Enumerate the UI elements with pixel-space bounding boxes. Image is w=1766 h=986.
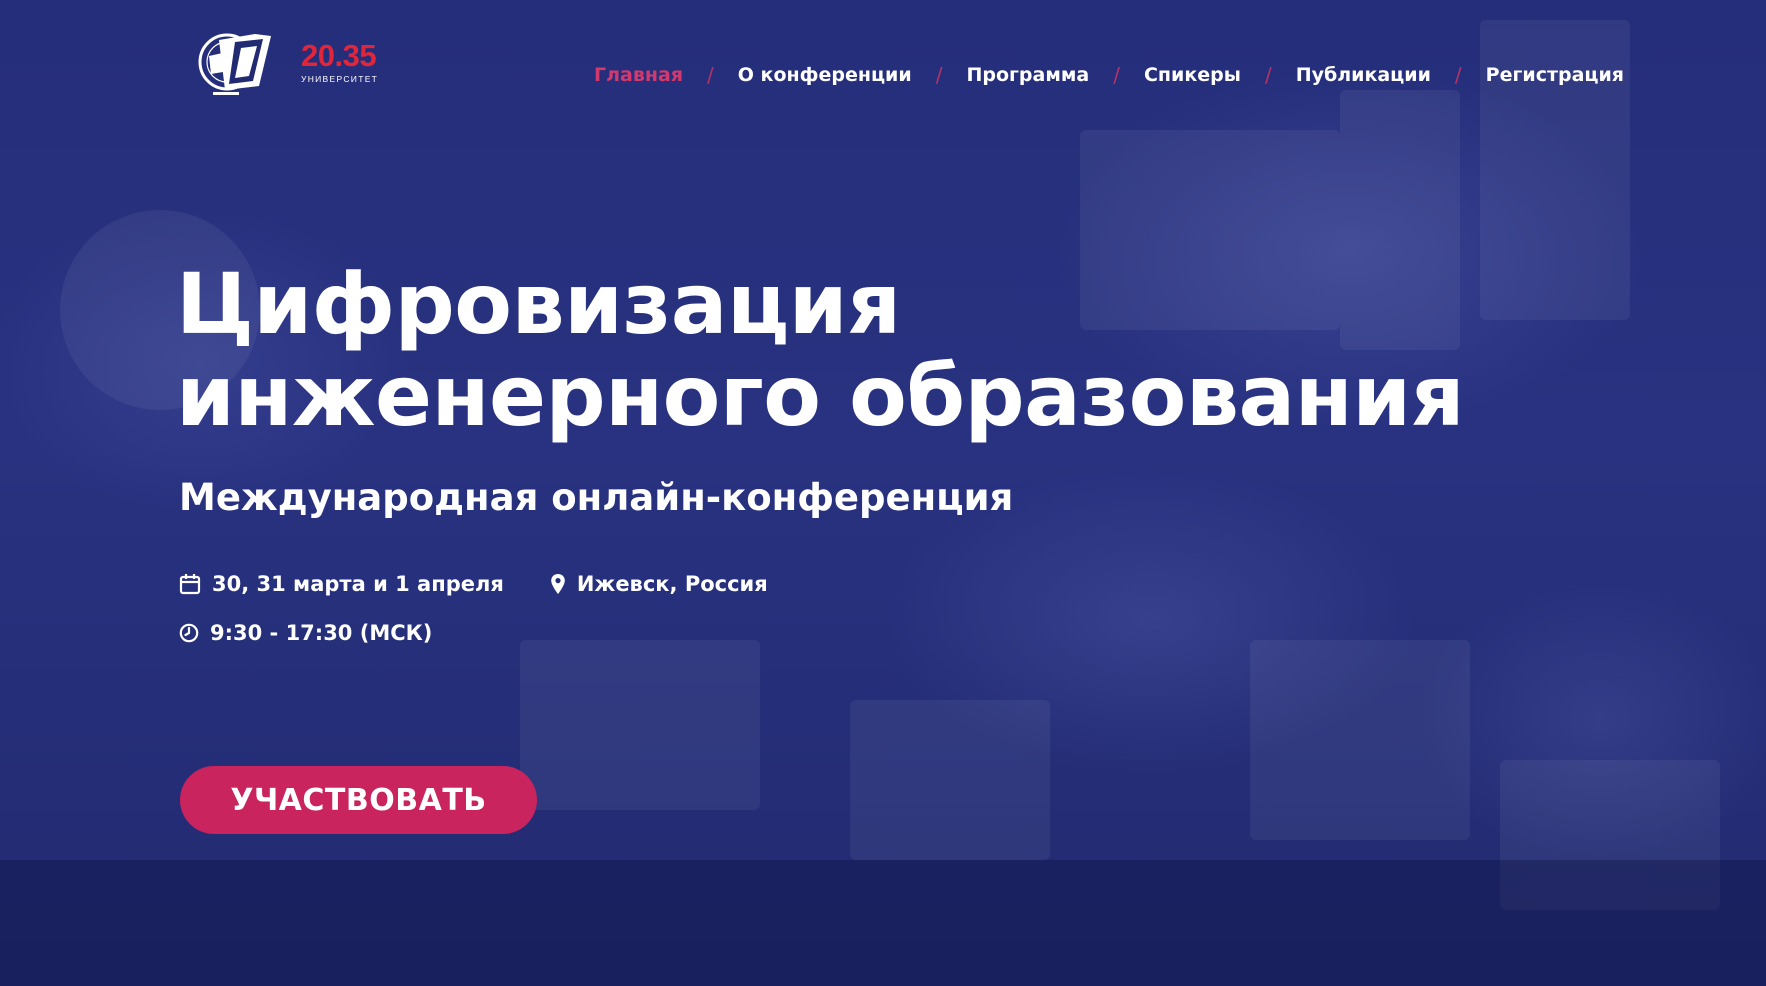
event-time: 9:30 - 17:30 (МСК)	[179, 621, 432, 645]
event-details-row: 30, 31 марта и 1 апреля Ижевск, Россия	[179, 572, 768, 596]
event-time-text: 9:30 - 17:30 (МСК)	[210, 621, 433, 645]
nav-separator: /	[707, 63, 714, 87]
event-dates-text: 30, 31 марта и 1 апреля	[212, 572, 504, 596]
event-location-text: Ижевск, Россия	[576, 572, 768, 596]
nav-item-speakers[interactable]: Спикеры	[1144, 64, 1241, 86]
event-dates: 30, 31 марта и 1 апреля	[179, 572, 504, 596]
hero-title: Цифровизация инженерного образования	[176, 255, 1465, 445]
event-time-row: 9:30 - 17:30 (МСК)	[179, 621, 432, 645]
nav-item-registration[interactable]: Регистрация	[1486, 64, 1624, 86]
event-location: Ижевск, Россия	[550, 572, 768, 596]
site-logo[interactable]: 20.35 УНИВЕРСИТЕТ	[197, 26, 378, 98]
university-emblem-icon	[198, 33, 271, 95]
nav-separator: /	[1264, 63, 1272, 87]
calendar-icon	[179, 574, 201, 595]
clock-icon	[179, 623, 199, 643]
nav-item-program[interactable]: Программа	[966, 64, 1089, 86]
logo-subtitle: УНИВЕРСИТЕТ	[301, 74, 379, 85]
main-navigation: Главная / О конференции / Программа / Сп…	[594, 63, 1624, 87]
nav-separator: /	[1454, 63, 1462, 87]
nav-item-publications[interactable]: Публикации	[1296, 64, 1431, 86]
hero-title-line-2: инженерного образования	[176, 347, 1465, 445]
map-pin-icon	[551, 574, 565, 594]
participate-button[interactable]: УЧАСТВОВАТЬ	[180, 766, 537, 834]
hero-subtitle: Международная онлайн-конференция	[179, 476, 1014, 519]
nav-item-about[interactable]: О конференции	[738, 64, 912, 86]
hero-title-line-1: Цифровизация	[176, 255, 901, 353]
logo-number: 20.35	[301, 38, 377, 74]
nav-separator: /	[1113, 63, 1120, 87]
nav-item-home[interactable]: Главная	[594, 64, 683, 86]
nav-separator: /	[935, 63, 943, 87]
